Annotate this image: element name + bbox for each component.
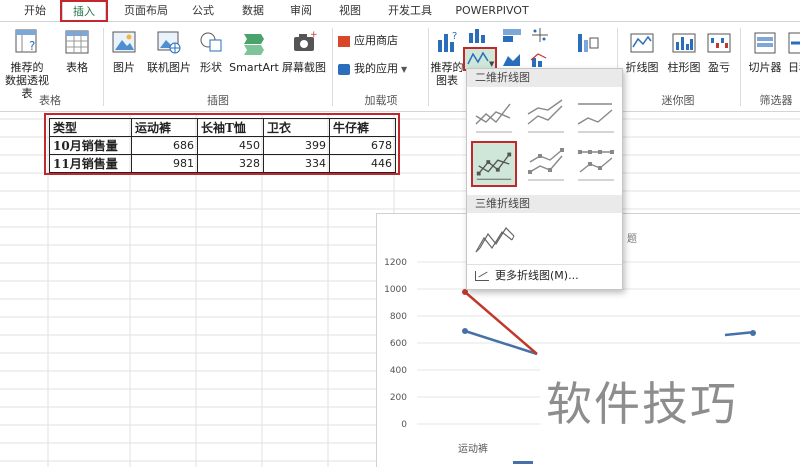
line-chart-gallery[interactable]: 二维折线图 三维折线图 更多折线图(M)... [466, 68, 623, 290]
percent-stacked-markers-thumbnail-icon [578, 150, 614, 181]
store-icon [338, 35, 350, 47]
gallery-3d-line[interactable] [471, 217, 517, 263]
section-2d-line: 二维折线图 [467, 69, 622, 87]
group-label-tables: 表格 [39, 94, 61, 107]
gallery-line[interactable] [471, 93, 517, 139]
pivot-table-icon: ? [15, 29, 37, 53]
gallery-stacked-line[interactable] [523, 93, 569, 139]
table-icon [65, 30, 89, 54]
shapes-button[interactable]: 形状 [196, 28, 226, 74]
y-tick-label: 1200 [384, 258, 407, 268]
line-thumbnail-icon [475, 103, 512, 133]
slicer-icon [754, 32, 776, 54]
picture-icon [112, 31, 136, 53]
online-picture-icon [157, 31, 181, 54]
line-markers-thumbnail-icon [476, 152, 512, 180]
area-chart-icon [503, 54, 520, 66]
gallery-line-with-markers[interactable] [471, 141, 517, 187]
y-tick-label: 0 [401, 420, 407, 430]
tab-developer[interactable]: 开发工具 [383, 0, 437, 22]
tab-formulas[interactable]: 公式 [186, 0, 220, 22]
hierarchy-chart-icon [503, 29, 521, 42]
insert-tab-highlight [60, 0, 108, 22]
table-selection-highlight [44, 113, 400, 175]
series-october-point [462, 328, 468, 334]
chart-title-fragment: 题 [627, 233, 637, 245]
gallery-stacked-line-markers[interactable] [523, 141, 569, 187]
chevron-down-icon: ▼ [401, 65, 408, 74]
group-label-sparklines: 迷你图 [661, 94, 695, 107]
ribbon-insert: ? 推荐的 数据透视表 表格 表格 图片 联机图片 形状 SmartArt + … [0, 22, 800, 112]
smartart-button[interactable]: SmartArt [228, 28, 280, 74]
timeline-icon [788, 32, 800, 54]
y-tick-label: 1000 [384, 285, 407, 295]
combo-chart-icon [530, 53, 547, 67]
tab-review[interactable]: 审阅 [284, 0, 318, 22]
area-chart-button[interactable] [500, 50, 524, 68]
y-tick-label: 600 [390, 339, 407, 349]
shapes-icon [200, 32, 222, 52]
watermark: 软件技巧 [540, 360, 800, 440]
group-label-illustrations: 插图 [207, 94, 229, 107]
svg-text:+: + [310, 30, 317, 40]
x-tick-label: 运动裤 [458, 442, 488, 455]
more-line-charts-item[interactable]: 更多折线图(M)... [467, 265, 622, 287]
sparkline-winloss-button[interactable]: 盈亏 [704, 28, 734, 74]
column-chart-button[interactable] [466, 26, 490, 44]
legend-marker [513, 461, 533, 464]
my-apps-icon [338, 63, 350, 75]
y-tick-label: 800 [390, 312, 407, 322]
sparkline-line-icon [630, 33, 654, 53]
app-store-button[interactable]: 应用商店 [338, 34, 418, 47]
pivot-chart-icon [578, 34, 599, 52]
gallery-100-stacked-line-markers[interactable] [573, 141, 619, 187]
ribbon-tab-bar: 开始 插入 页面布局 公式 数据 审阅 视图 开发工具 POWERPIVOT [0, 0, 800, 23]
slicer-button[interactable]: 切片器 [746, 28, 784, 74]
stacked-line-thumbnail-icon [527, 99, 564, 133]
online-picture-button[interactable]: 联机图片 [144, 28, 194, 74]
gallery-100-stacked-line[interactable] [573, 93, 619, 139]
timeline-button[interactable]: 日程 [784, 28, 800, 74]
tab-page-layout[interactable]: 页面布局 [118, 0, 174, 22]
combo-chart-button[interactable] [528, 50, 552, 68]
recommended-pivot-button[interactable]: ? 推荐的 数据透视表 [2, 28, 52, 100]
svg-text:?: ? [452, 31, 457, 42]
sparkline-line-button[interactable]: 折线图 [622, 28, 662, 74]
hierarchy-chart-button[interactable] [500, 26, 524, 44]
recommended-chart-icon: ? [438, 31, 457, 52]
tab-home[interactable]: 开始 [18, 0, 52, 22]
svg-text:?: ? [29, 39, 35, 53]
picture-button[interactable]: 图片 [108, 28, 140, 74]
series-november-line [464, 291, 538, 355]
series-october-point [750, 330, 756, 336]
scatter-chart-button[interactable] [528, 26, 552, 44]
y-tick-label: 400 [390, 366, 407, 376]
smartart-icon [244, 34, 264, 55]
line-3d-thumbnail-icon [475, 227, 515, 253]
tab-powerpivot[interactable]: POWERPIVOT [452, 0, 532, 22]
pivot-chart-button[interactable] [568, 28, 608, 61]
table-button[interactable]: 表格 [60, 28, 94, 74]
section-3d-line: 三维折线图 [467, 195, 622, 213]
recommended-charts-button[interactable]: ? 推荐的 图表 [428, 28, 466, 87]
scatter-chart-icon [532, 28, 548, 42]
my-apps-button[interactable]: 我的应用 ▼ [338, 62, 428, 76]
y-tick-label: 200 [390, 393, 407, 403]
tab-view[interactable]: 视图 [333, 0, 367, 22]
sparkline-column-icon [672, 33, 696, 53]
group-label-addins: 加载项 [364, 94, 398, 107]
sparkline-column-button[interactable]: 柱形图 [664, 28, 704, 74]
column-chart-icon [469, 29, 485, 43]
stacked-line-markers-thumbnail-icon [528, 148, 564, 181]
percent-stacked-line-thumbnail-icon [577, 103, 614, 133]
group-label-filters: 筛选器 [759, 94, 793, 107]
screenshot-button[interactable]: + 屏幕截图 [280, 28, 328, 74]
more-charts-icon [475, 271, 489, 281]
tab-data[interactable]: 数据 [236, 0, 270, 22]
camera-icon: + [294, 30, 317, 51]
sparkline-winloss-icon [707, 33, 731, 53]
